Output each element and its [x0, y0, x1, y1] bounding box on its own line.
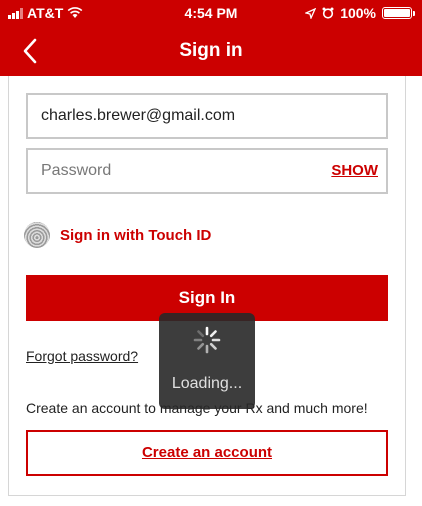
- email-field[interactable]: charles.brewer@gmail.com: [26, 93, 388, 139]
- loading-indicator: Loading...: [159, 313, 255, 409]
- loading-label: Loading...: [171, 375, 243, 392]
- nav-bar: Sign in: [0, 26, 422, 76]
- email-value: charles.brewer@gmail.com: [41, 107, 236, 124]
- status-right: 100%: [305, 5, 415, 21]
- battery-icon: [382, 7, 415, 19]
- show-password-toggle[interactable]: SHOW: [331, 162, 378, 179]
- location-icon: [305, 7, 317, 19]
- forgot-password-link[interactable]: Forgot password?: [26, 348, 138, 364]
- battery-percent: 100%: [340, 5, 376, 21]
- spinner-icon: [193, 326, 221, 354]
- create-account-button[interactable]: Create an account: [26, 430, 388, 476]
- status-bar: AT&T 4:54 PM 100%: [0, 0, 422, 26]
- page-title: Sign in: [179, 40, 243, 61]
- password-placeholder: Password: [41, 162, 112, 179]
- touch-id-label: Sign in with Touch ID: [60, 226, 212, 244]
- sign-in-form: charles.brewer@gmail.com Password SHOW S…: [8, 76, 406, 496]
- password-field[interactable]: Password SHOW: [26, 148, 388, 194]
- fingerprint-icon: [24, 222, 50, 248]
- alarm-icon: [322, 7, 334, 19]
- touch-id-button[interactable]: Sign in with Touch ID: [24, 222, 211, 248]
